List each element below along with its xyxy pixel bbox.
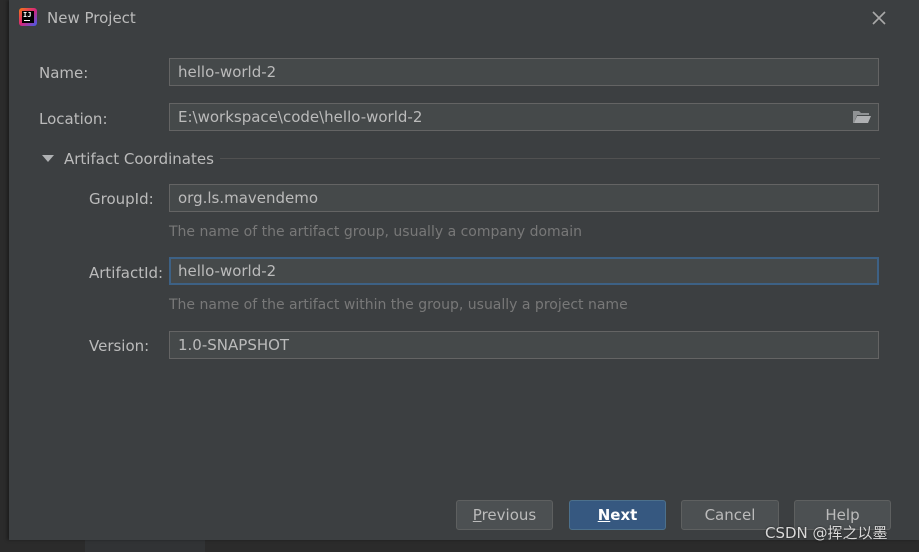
next-mnemonic: N bbox=[597, 506, 611, 524]
next-button[interactable]: Next bbox=[569, 500, 666, 530]
location-label: Location: bbox=[39, 110, 108, 128]
version-label: Version: bbox=[89, 337, 150, 355]
new-project-dialog: IJ New Project Name: Location: Artifact … bbox=[9, 0, 919, 540]
artifactid-hint: The name of the artifact within the grou… bbox=[169, 297, 628, 313]
groupid-label: GroupId: bbox=[89, 190, 154, 208]
previous-button[interactable]: Previous bbox=[456, 500, 553, 530]
artifact-coordinates-label: Artifact Coordinates bbox=[64, 150, 214, 168]
location-field[interactable] bbox=[169, 103, 879, 131]
section-divider bbox=[220, 158, 880, 159]
triangle-down-icon bbox=[42, 155, 54, 162]
intellij-idea-icon: IJ bbox=[19, 8, 37, 26]
name-field[interactable] bbox=[169, 58, 879, 86]
background-ide-panel bbox=[85, 540, 205, 552]
artifactid-field[interactable] bbox=[169, 257, 879, 285]
previous-mnemonic: P bbox=[472, 506, 482, 524]
previous-label: revious bbox=[481, 506, 537, 524]
next-label: ext bbox=[610, 506, 638, 524]
name-label: Name: bbox=[39, 64, 89, 82]
groupid-hint: The name of the artifact group, usually … bbox=[169, 224, 582, 240]
close-icon[interactable] bbox=[869, 8, 889, 28]
title-bar: IJ New Project bbox=[9, 0, 919, 36]
csdn-watermark: CSDN @挥之以墨 bbox=[765, 524, 888, 542]
dialog-title: New Project bbox=[47, 9, 136, 27]
groupid-field[interactable] bbox=[169, 184, 879, 212]
artifactid-label: ArtifactId: bbox=[89, 264, 164, 282]
folder-open-icon[interactable] bbox=[852, 108, 872, 126]
version-field[interactable] bbox=[169, 331, 879, 359]
